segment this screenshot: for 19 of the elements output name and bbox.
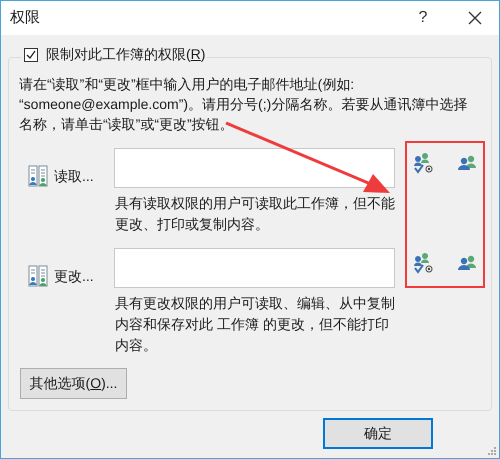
users-icon[interactable] [457, 155, 477, 171]
field-label: 更改... [54, 267, 94, 286]
instructions-text: 请在“读取”和“更改”框中输入用户的电子邮件地址(例如: “someone@example.com”)。请用分号(;)分隔名称。若要从通讯簿中选择 名称，请单击“读取”或“更改”按钮。 [19, 75, 468, 134]
description-text: 具有读取权限的用户可读取此工作簿，但不能 更改、打印或复制内容。 [115, 194, 395, 234]
resize-grip-icon[interactable] [487, 446, 497, 456]
field-label: 读取... [54, 167, 94, 186]
input-field[interactable] [114, 148, 395, 188]
description-text: 具有更改权限的用户可读取、编辑、从中复制 内容和保存对此 工作簿 的更改，但不能打印 内容。 [115, 294, 395, 355]
window-title: 权限 [10, 8, 41, 28]
address-book-icon [28, 165, 48, 187]
ok-button[interactable]: 确定 [323, 418, 433, 449]
checkbox[interactable] [24, 48, 38, 62]
users-icon[interactable] [457, 255, 477, 271]
input-field[interactable] [114, 248, 395, 288]
address-book-icon [28, 265, 48, 287]
check-users-icon[interactable] [413, 252, 435, 274]
help-button[interactable]: ? [408, 3, 438, 33]
check-users-icon[interactable] [413, 152, 435, 174]
other-options-button[interactable]: 其他选项(O)... [20, 368, 127, 399]
